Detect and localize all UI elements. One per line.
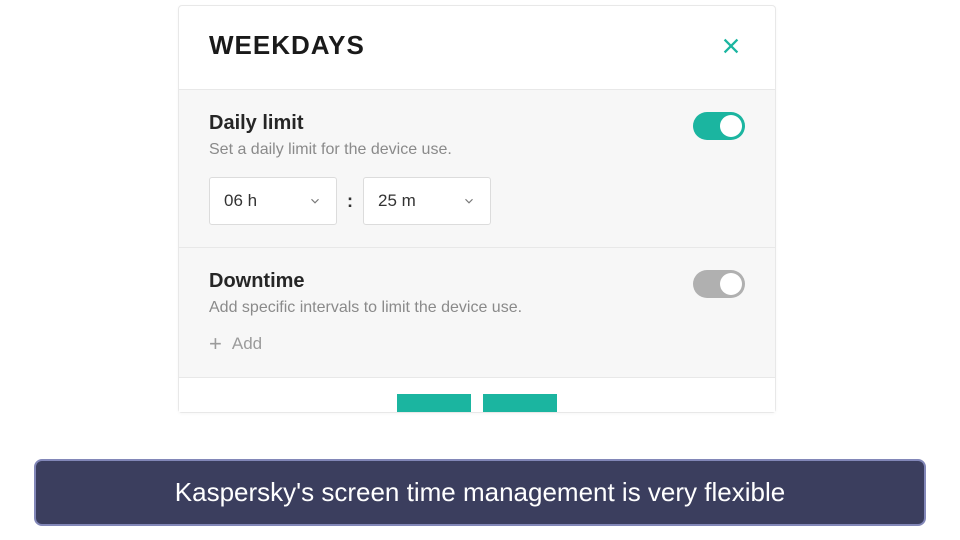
close-icon <box>720 35 742 57</box>
downtime-title: Downtime <box>209 270 693 293</box>
daily-limit-title: Daily limit <box>209 112 693 135</box>
section-text: Daily limit Set a daily limit for the de… <box>209 112 693 159</box>
plus-icon: + <box>209 333 222 355</box>
section-text: Downtime Add specific intervals to limit… <box>209 270 693 317</box>
downtime-desc: Add specific intervals to limit the devi… <box>209 299 693 317</box>
primary-button-1[interactable] <box>397 394 471 412</box>
daily-limit-section: Daily limit Set a daily limit for the de… <box>179 90 775 248</box>
minutes-select[interactable]: 25 m <box>363 177 491 225</box>
hours-select[interactable]: 06 h <box>209 177 337 225</box>
dialog-header: WEEKDAYS <box>179 6 775 90</box>
primary-button-2[interactable] <box>483 394 557 412</box>
weekdays-dialog: WEEKDAYS Daily limit Set a daily limit f… <box>178 5 776 413</box>
time-separator: : <box>347 191 353 212</box>
section-head: Downtime Add specific intervals to limit… <box>209 270 745 317</box>
close-button[interactable] <box>717 32 745 60</box>
toggle-knob <box>720 115 742 137</box>
daily-limit-toggle[interactable] <box>693 112 745 140</box>
chevron-down-icon <box>308 194 322 208</box>
add-interval-button[interactable]: + Add <box>209 333 745 355</box>
daily-limit-desc: Set a daily limit for the device use. <box>209 141 693 159</box>
section-head: Daily limit Set a daily limit for the de… <box>209 112 745 159</box>
downtime-toggle[interactable] <box>693 270 745 298</box>
hours-value: 06 h <box>224 191 257 211</box>
dialog-title: WEEKDAYS <box>209 30 365 61</box>
downtime-section: Downtime Add specific intervals to limit… <box>179 248 775 378</box>
toggle-knob <box>720 273 742 295</box>
dialog-footer <box>179 378 775 412</box>
chevron-down-icon <box>462 194 476 208</box>
caption-bar: Kaspersky's screen time management is ve… <box>34 459 926 526</box>
minutes-value: 25 m <box>378 191 416 211</box>
caption-text: Kaspersky's screen time management is ve… <box>56 477 904 508</box>
add-label: Add <box>232 334 262 354</box>
time-limit-row: 06 h : 25 m <box>209 177 745 225</box>
